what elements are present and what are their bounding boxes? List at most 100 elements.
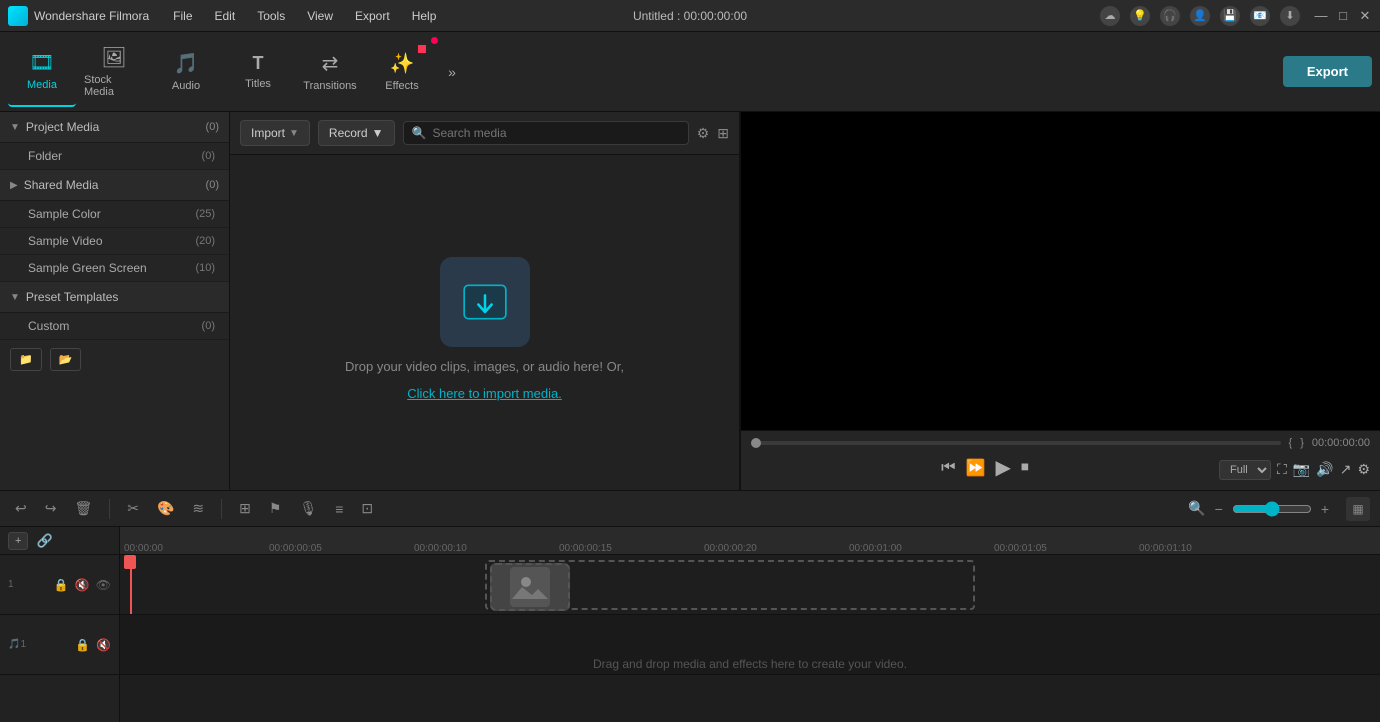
settings-button[interactable]: ⚙	[1357, 461, 1370, 478]
add-track-button[interactable]: +	[8, 532, 28, 550]
stock-media-label: Stock Media	[84, 74, 144, 98]
link-track-button[interactable]: 🔗	[36, 533, 52, 549]
snapshot-button[interactable]: 📷	[1293, 461, 1310, 478]
menu-edit[interactable]: Edit	[211, 7, 240, 25]
crop-button[interactable]: ⊡	[356, 497, 378, 520]
minimize-button[interactable]: —	[1314, 9, 1328, 23]
zoom-control: 🔍 − +	[1188, 498, 1334, 520]
fullscreen-button[interactable]: ⛶	[1277, 461, 1287, 478]
cloud-icon[interactable]: ☁	[1100, 6, 1120, 26]
color-adjust-button[interactable]: 🎨	[152, 497, 179, 520]
menu-file[interactable]: File	[169, 7, 196, 25]
scrubber-track[interactable]	[751, 441, 1281, 445]
timeline-right: 00:00:00 00:00:00:05 00:00:00:10 00:00:0…	[120, 527, 1380, 722]
search-input[interactable]	[432, 126, 679, 140]
thumbnail-icon	[510, 567, 550, 607]
chevron-down-icon: ▼	[10, 122, 20, 133]
audio-mute-icon[interactable]: 🔇	[96, 638, 111, 652]
record-button[interactable]: Record ▼	[318, 120, 395, 146]
eye-icon[interactable]: 👁	[96, 578, 111, 592]
sidebar-item-sample-video[interactable]: Sample Video (20)	[0, 228, 229, 255]
drop-icon-box	[440, 257, 530, 347]
sidebar-project-media[interactable]: ▼ Project Media (0)	[0, 112, 229, 143]
zoom-in-button[interactable]: +	[1316, 498, 1334, 520]
sidebar-item-folder[interactable]: Folder (0)	[0, 143, 229, 170]
maximize-button[interactable]: □	[1336, 9, 1350, 23]
import-button[interactable]: Import ▼	[240, 120, 310, 146]
volume-button[interactable]: 🔊	[1316, 461, 1333, 478]
close-button[interactable]: ✕	[1358, 9, 1372, 23]
menu-view[interactable]: View	[303, 7, 337, 25]
export-button[interactable]: Export	[1283, 56, 1372, 87]
speed-button[interactable]: ≡	[330, 498, 348, 520]
scrubber-thumb[interactable]	[751, 438, 761, 448]
download-icon[interactable]: ⬇	[1280, 6, 1300, 26]
folder-new-icon: 📁	[19, 354, 33, 366]
custom-count: (0)	[202, 320, 215, 332]
media-icon: 🎞	[29, 50, 54, 75]
audio-adjust-button[interactable]: ≋	[187, 497, 209, 520]
menu-export[interactable]: Export	[351, 7, 394, 25]
mic-button[interactable]: 🎙	[294, 497, 322, 520]
playhead-top[interactable]	[124, 555, 136, 569]
prev-frame-button[interactable]: ⏮	[941, 459, 955, 477]
track-number: 1	[8, 579, 14, 590]
sidebar-item-custom[interactable]: Custom (0)	[0, 313, 229, 340]
undo-button[interactable]: ↩	[10, 497, 32, 520]
import-link[interactable]: Click here to import media.	[407, 386, 562, 401]
audio-label: Audio	[172, 80, 200, 92]
drop-text: Drop your video clips, images, or audio …	[345, 359, 624, 374]
search-icon: 🔍	[412, 126, 427, 140]
grid-icon[interactable]: ⊞	[717, 125, 729, 142]
redo-button[interactable]: ↪	[40, 497, 62, 520]
stop-button[interactable]: ⏹	[1021, 459, 1029, 477]
sidebar-item-sample-green[interactable]: Sample Green Screen (10)	[0, 255, 229, 282]
sample-video-count: (20)	[195, 235, 215, 247]
scrubber: { } 00:00:00:00	[751, 437, 1370, 449]
more-toolbar-button[interactable]: »	[440, 37, 464, 107]
play-button[interactable]: ▶	[995, 455, 1010, 480]
mute-icon[interactable]: 🔇	[75, 578, 90, 592]
bulb-icon[interactable]: 💡	[1130, 6, 1150, 26]
toolbar-effects[interactable]: ✨ Effects	[368, 37, 436, 107]
toolbar-titles[interactable]: T Titles	[224, 37, 292, 107]
toolbar-stock-media[interactable]: 🖼 Stock Media	[80, 37, 148, 107]
out-point-marker: }	[1300, 437, 1304, 449]
sidebar: ▼ Project Media (0) Folder (0) ▶ Shared …	[0, 112, 230, 502]
titles-icon: T	[253, 53, 264, 74]
play-slow-button[interactable]: ⏩	[966, 458, 986, 478]
video-track-header: 1 🔒 🔇 👁	[0, 555, 119, 615]
user-icon[interactable]: 👤	[1190, 6, 1210, 26]
sidebar-item-sample-color[interactable]: Sample Color (25)	[0, 201, 229, 228]
project-media-count: (0)	[206, 121, 219, 133]
save-icon[interactable]: 💾	[1220, 6, 1240, 26]
add-folder-button[interactable]: 📂	[50, 348, 82, 371]
sidebar-preset-templates[interactable]: ▼ Preset Templates	[0, 282, 229, 313]
zoom-out-button[interactable]: −	[1210, 498, 1228, 520]
filter-icon[interactable]: ⚙	[697, 125, 710, 142]
toolbar-audio[interactable]: 🎵 Audio	[152, 37, 220, 107]
snap-button[interactable]: ⊞	[234, 497, 256, 520]
zoom-in-icon: 🔍	[1188, 500, 1205, 517]
delete-button[interactable]: 🗑	[69, 497, 97, 520]
new-folder-button[interactable]: 📁	[10, 348, 42, 371]
audio-lock-icon[interactable]: 🔒	[75, 638, 90, 652]
timeline-tracks: Drag and drop media and effects here to …	[120, 555, 1380, 675]
menu-tools[interactable]: Tools	[253, 7, 289, 25]
marker-button[interactable]: ⚑	[264, 497, 287, 520]
zoom-slider[interactable]	[1232, 501, 1312, 517]
quality-select[interactable]: Full 1/2 1/4	[1219, 460, 1271, 480]
separator-1	[109, 499, 110, 519]
cut-button[interactable]: ✂	[122, 497, 144, 520]
lock-icon[interactable]: 🔒	[54, 578, 69, 592]
toolbar-media[interactable]: 🎞 Media	[8, 37, 76, 107]
transitions-label: Transitions	[303, 80, 356, 92]
headphone-icon[interactable]: 🎧	[1160, 6, 1180, 26]
menu-help[interactable]: Help	[408, 7, 441, 25]
video-track	[120, 555, 1380, 615]
mail-icon[interactable]: 📧	[1250, 6, 1270, 26]
timeline-toolbar: ↩ ↪ 🗑 ✂ 🎨 ≋ ⊞ ⚑ 🎙 ≡ ⊡ 🔍 − + ▦	[0, 491, 1380, 527]
sidebar-shared-media[interactable]: ▶ Shared Media (0)	[0, 170, 229, 201]
render-button[interactable]: ↗	[1340, 461, 1352, 478]
toolbar-transitions[interactable]: ⇄ Transitions	[296, 37, 364, 107]
